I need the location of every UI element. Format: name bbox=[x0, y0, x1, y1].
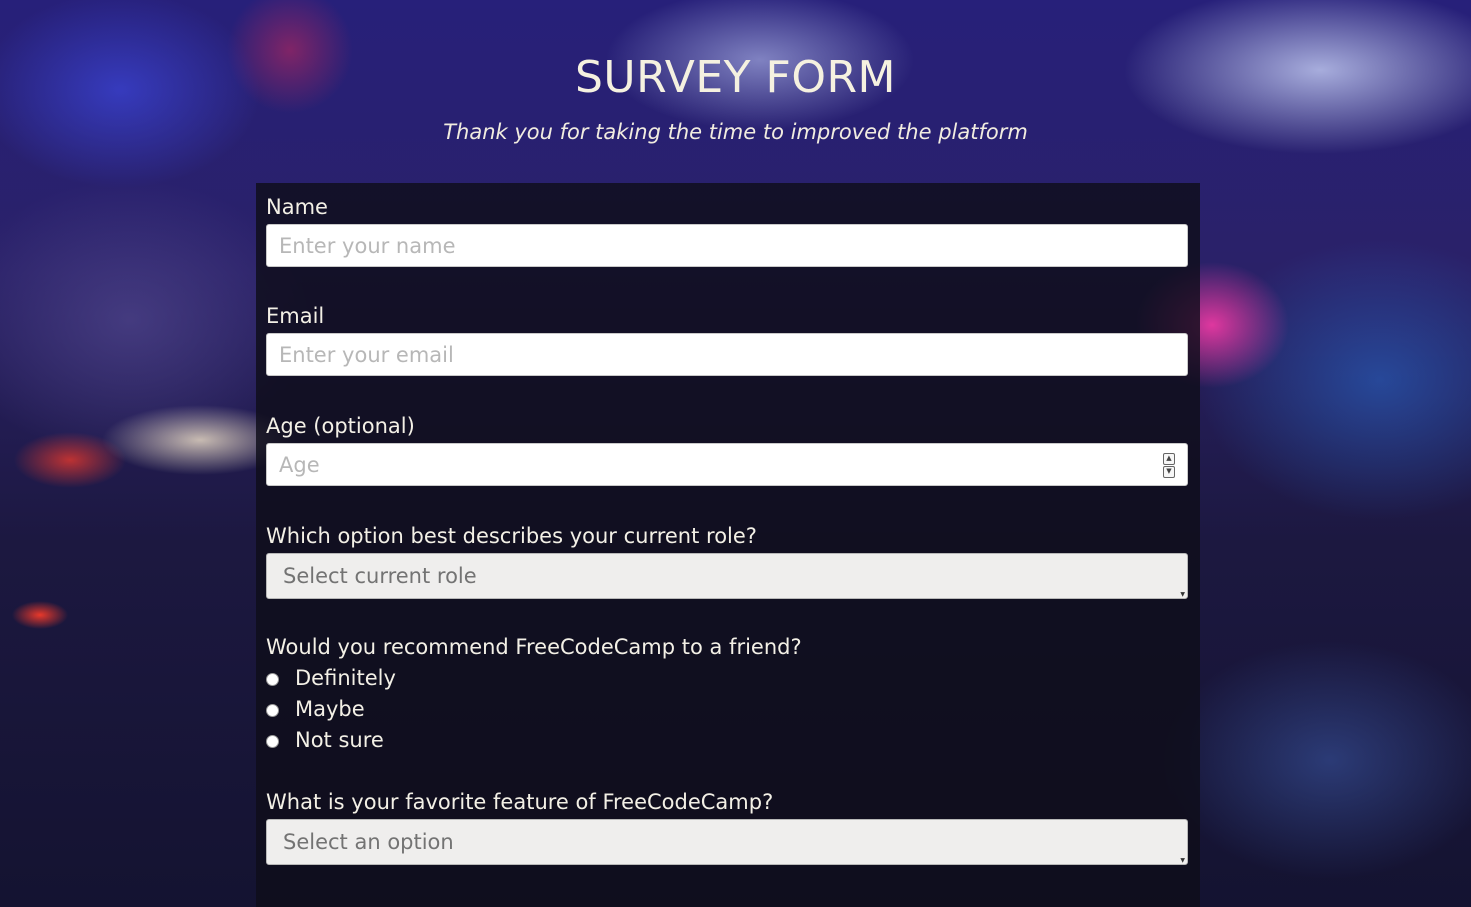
role-select-value: Select current role bbox=[283, 564, 477, 588]
age-label: Age (optional) bbox=[266, 414, 415, 438]
name-input[interactable] bbox=[266, 224, 1188, 267]
page-subtitle: Thank you for taking the time to improve… bbox=[443, 120, 1028, 144]
age-stepper[interactable]: ▲ ▼ bbox=[1163, 453, 1175, 478]
dropdown-caret-icon: ▼ bbox=[1180, 857, 1185, 864]
radio-label: Definitely bbox=[295, 666, 396, 690]
favorite-feature-select-value: Select an option bbox=[283, 830, 454, 854]
radio-button[interactable] bbox=[266, 704, 279, 717]
radio-button[interactable] bbox=[266, 673, 279, 686]
radio-label: Not sure bbox=[295, 728, 384, 752]
email-input[interactable] bbox=[266, 333, 1188, 376]
role-select[interactable]: Select current role ▼ bbox=[266, 553, 1188, 599]
dropdown-caret-icon: ▼ bbox=[1180, 591, 1185, 598]
chevron-down-icon[interactable]: ▼ bbox=[1163, 466, 1175, 478]
favorite-feature-label: What is your favorite feature of FreeCod… bbox=[266, 790, 774, 814]
page-title: SURVEY FORM bbox=[574, 52, 897, 103]
radio-label: Maybe bbox=[295, 697, 365, 721]
age-input[interactable] bbox=[266, 443, 1188, 486]
email-label: Email bbox=[266, 304, 325, 328]
chevron-up-icon[interactable]: ▲ bbox=[1163, 453, 1175, 465]
age-field: ▲ ▼ bbox=[266, 443, 1188, 486]
favorite-feature-select[interactable]: Select an option ▼ bbox=[266, 819, 1188, 865]
radio-button[interactable] bbox=[266, 735, 279, 748]
recommend-label: Would you recommend FreeCodeCamp to a fr… bbox=[266, 635, 802, 659]
role-label: Which option best describes your current… bbox=[266, 524, 757, 548]
name-label: Name bbox=[266, 195, 328, 219]
